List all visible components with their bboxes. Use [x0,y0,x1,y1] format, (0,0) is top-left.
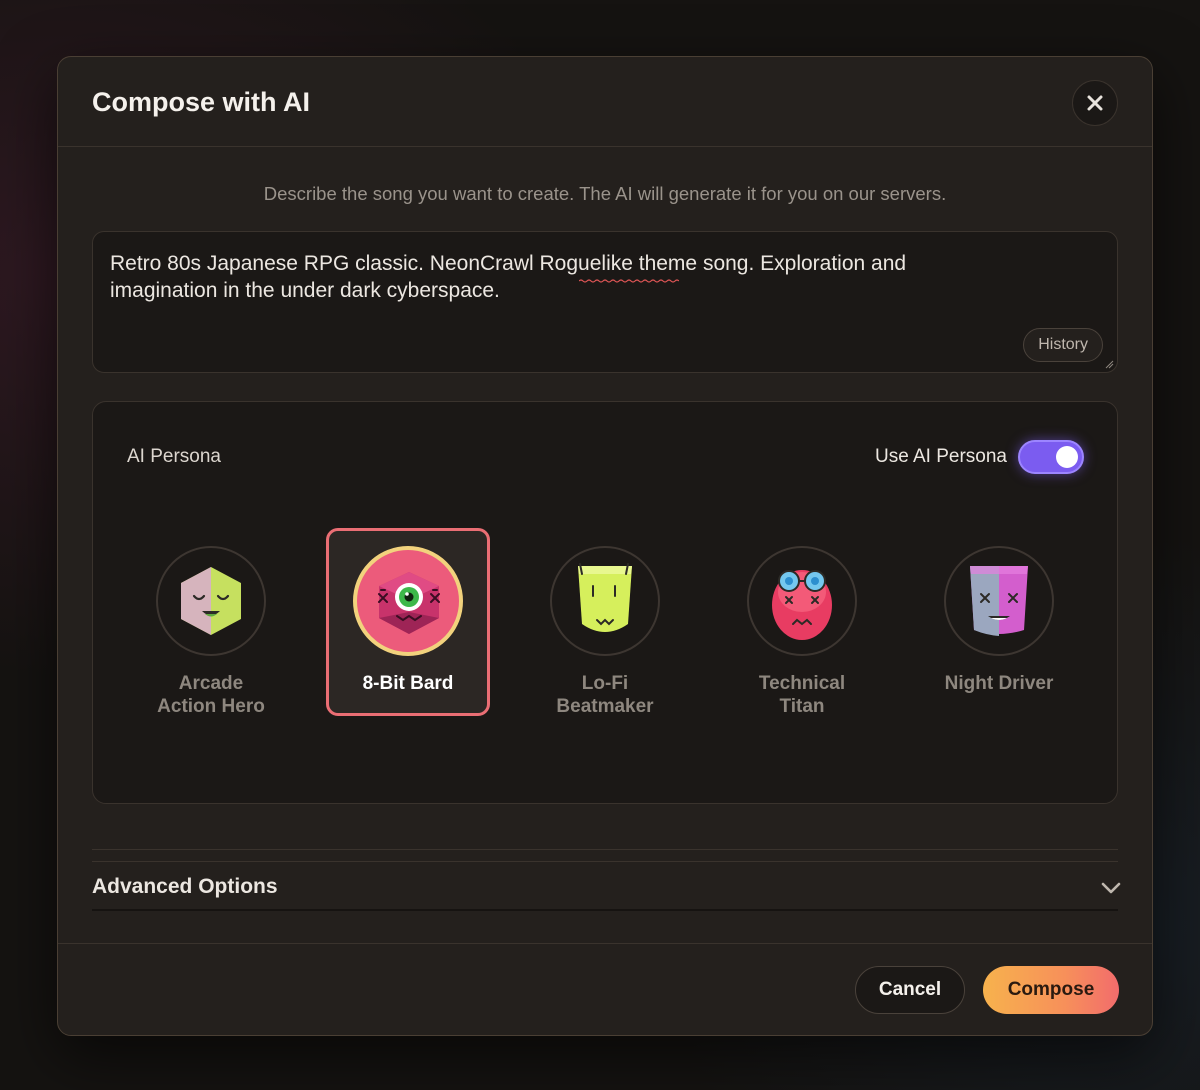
persona-technical-titan[interactable]: Technical Titan [720,528,884,717]
song-description-textarea[interactable]: Retro 80s Japanese RPG classic. NeonCraw… [92,231,1118,373]
use-persona-toggle[interactable] [1018,440,1084,474]
persona-avatar [550,546,660,656]
use-persona-label: Use AI Persona [874,446,1007,467]
goggles-egg-face-icon [772,570,832,640]
dialog-title: Compose with AI [92,87,311,117]
persona-lo-fi-beatmaker[interactable]: Lo-Fi Beatmaker [523,528,687,717]
persona-name: Lo-Fi Beatmaker [556,673,654,717]
song-description-text: Retro 80s Japanese RPG classic. NeonCraw… [110,252,907,302]
cancel-button[interactable]: Cancel [855,966,965,1014]
persona-panel: AI Persona Use AI Persona Arcade Action … [92,401,1118,804]
sleepy-hexagon-face-icon [181,567,241,635]
persona-avatar [944,546,1054,656]
toggle-knob [1056,446,1078,468]
cyclops-gem-face-icon [378,572,440,634]
footer-divider [58,943,1152,944]
compose-dialog: Compose with AI Describe the song you wa… [57,56,1153,1036]
persona-arcade-action-hero[interactable]: Arcade Action Hero [129,528,293,717]
persona-name: 8-Bit Bard [362,673,454,694]
dialog-subtitle: Describe the song you want to create. Th… [263,183,947,204]
compose-button[interactable]: Compose [983,966,1119,1014]
chevron-down-icon [1101,882,1121,894]
close-button[interactable] [1072,80,1118,126]
section-divider [92,861,1118,862]
persona-night-driver[interactable]: Night Driver [917,528,1081,716]
persona-8-bit-bard[interactable]: 8-Bit Bard [326,528,490,716]
resize-handle-icon[interactable] [1104,359,1114,369]
close-icon [1087,95,1103,111]
persona-avatar [156,546,266,656]
persona-avatar [353,546,463,656]
persona-name: Arcade Action Hero [157,673,265,717]
advanced-options-label: Advanced Options [92,875,278,898]
persona-name: Night Driver [944,673,1054,694]
split-cup-face-icon [970,566,1028,636]
persona-avatar [747,546,857,656]
history-button[interactable]: History [1023,328,1103,362]
section-divider [92,849,1118,850]
persona-name: Technical Titan [758,673,846,717]
dialog-header: Compose with AI [58,57,1152,147]
spellcheck-underline [579,279,679,283]
advanced-options-toggle[interactable]: Advanced Options [92,863,1121,911]
lime-cup-face-icon [578,563,632,632]
persona-section-label: AI Persona [127,446,221,467]
